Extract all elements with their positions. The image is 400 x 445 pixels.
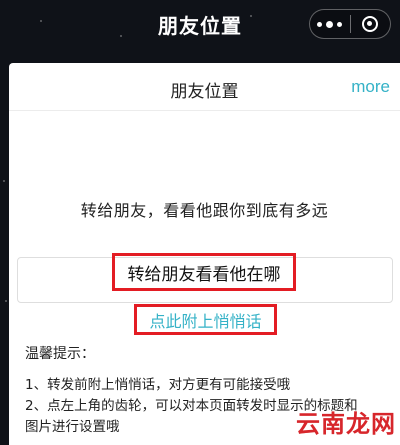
headline-text: 转给朋友，看看他跟你到底有多远 xyxy=(80,201,329,220)
share-to-friend-button[interactable]: 转给朋友看看他在哪 xyxy=(112,253,296,291)
tip-item: 1、转发前附上悄悄话，对方更有可能接受哦 xyxy=(25,377,291,393)
add-note-link[interactable]: 点此附上悄悄话 xyxy=(134,304,277,335)
main-panel: 朋友位置 more 转给朋友，看看他跟你到底有多远 转给朋友看看他在哪 点此附上… xyxy=(9,63,400,445)
nav-title: 朋友位置 xyxy=(158,13,242,38)
star-decoration xyxy=(5,300,7,302)
more-dots-icon[interactable] xyxy=(310,10,350,38)
watermark: 云南龙网 xyxy=(296,404,396,439)
header-divider xyxy=(9,110,400,111)
more-link[interactable]: more xyxy=(351,77,390,97)
navigation-bar: 朋友位置 xyxy=(0,0,400,48)
mini-program-capsule xyxy=(309,9,391,39)
panel-title: 朋友位置 xyxy=(170,82,239,102)
star-decoration xyxy=(3,180,5,182)
watermark-text: 云南龙网 xyxy=(296,409,396,438)
tips-title: 温馨提示： xyxy=(25,346,95,362)
ring-close-icon[interactable] xyxy=(350,10,390,38)
